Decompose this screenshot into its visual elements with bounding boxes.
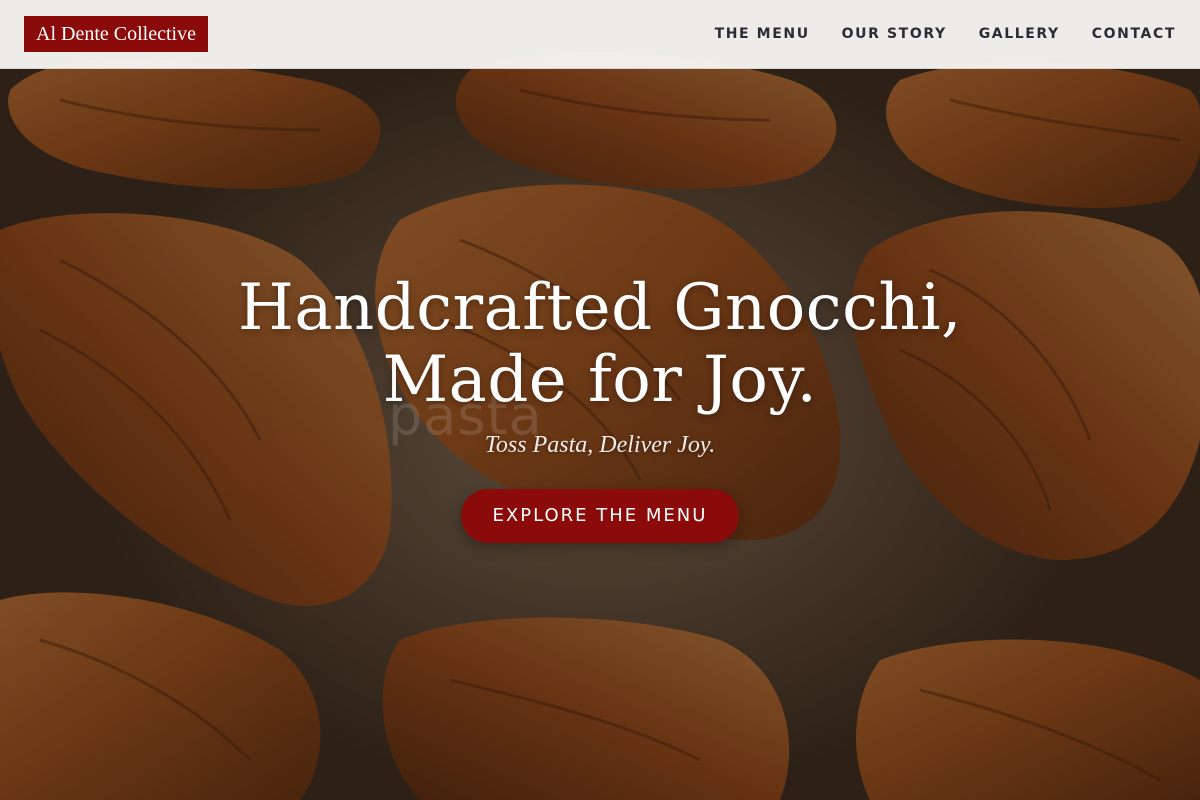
- nav-item-our-story[interactable]: OUR STORY: [842, 26, 947, 42]
- site-header: Al Dente Collective THE MENU OUR STORY G…: [0, 0, 1200, 69]
- site-logo[interactable]: Al Dente Collective: [24, 16, 208, 52]
- nav-item-the-menu[interactable]: THE MENU: [715, 26, 810, 42]
- headline-line-2: Made for Joy.: [382, 343, 818, 417]
- nav-item-contact[interactable]: CONTACT: [1092, 26, 1176, 42]
- hero-tagline: Toss Pasta, Deliver Joy.: [484, 432, 716, 458]
- nav-item-gallery[interactable]: GALLERY: [979, 26, 1060, 42]
- explore-menu-button[interactable]: EXPLORE THE MENU: [460, 489, 740, 543]
- hero-headline: Handcrafted Gnocchi, Made for Joy.: [0, 272, 1200, 416]
- main-nav: THE MENU OUR STORY GALLERY CONTACT: [715, 26, 1176, 42]
- hero-content: Handcrafted Gnocchi, Made for Joy. Toss …: [0, 272, 1200, 543]
- headline-line-1: Handcrafted Gnocchi,: [238, 271, 962, 345]
